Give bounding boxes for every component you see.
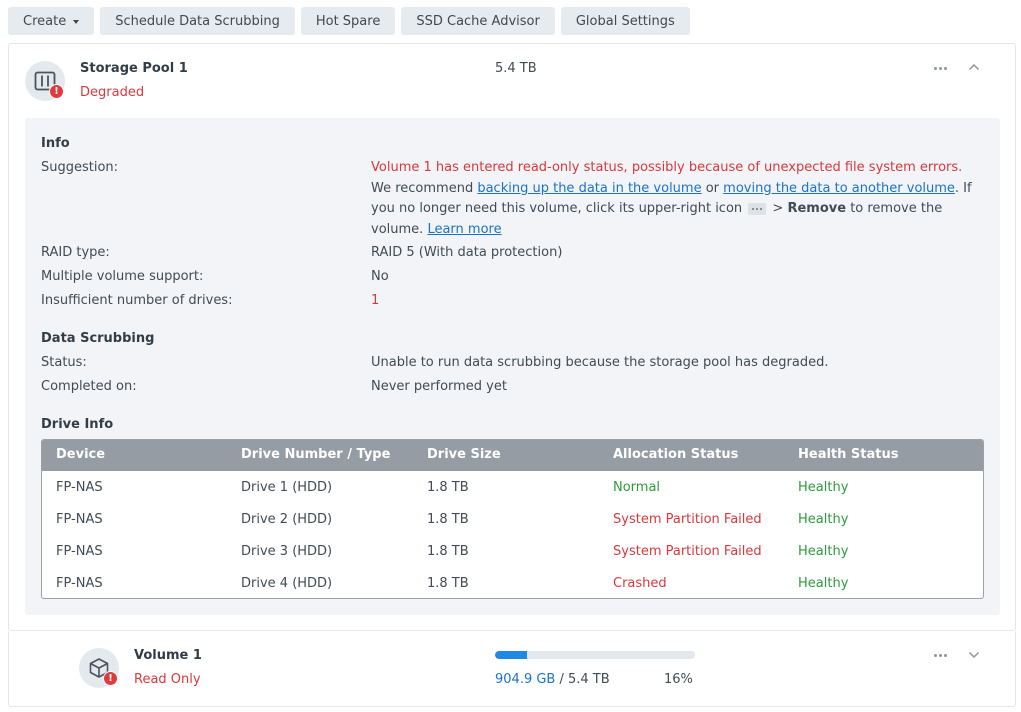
move-data-link[interactable]: moving the data to another volume — [723, 181, 955, 196]
volume-name: Volume 1 — [134, 648, 202, 663]
column-header: Drive Size — [427, 447, 501, 462]
scrubbing-status-label: Status: — [41, 355, 87, 370]
volume-usage-fill — [495, 651, 527, 659]
health-cell: Healthy — [798, 576, 849, 591]
table-row[interactable]: FP-NAS Drive 2 (HDD) 1.8 TB System Parti… — [42, 504, 983, 536]
insufficient-drives-value: 1 — [371, 293, 380, 308]
table-row[interactable]: FP-NAS Drive 4 (HDD) 1.8 TB Crashed Heal… — [42, 568, 983, 598]
drive-cell: Drive 3 (HDD) — [241, 544, 333, 559]
volume-usage-percent: 16% — [664, 672, 693, 687]
column-header: Health Status — [798, 447, 899, 462]
column-header: Drive Number / Type — [241, 447, 391, 462]
size-cell: 1.8 TB — [427, 480, 469, 495]
backup-data-link[interactable]: backing up the data in the volume — [477, 181, 701, 196]
volume-status: Read Only — [134, 672, 201, 687]
ssd-cache-advisor-button[interactable]: SSD Cache Advisor — [401, 7, 555, 35]
hot-spare-button[interactable]: Hot Spare — [300, 7, 396, 35]
raid-type-label: RAID type: — [41, 245, 110, 260]
volume-used: 904.9 GB — [495, 672, 556, 687]
completed-on-value: Never performed yet — [371, 379, 507, 394]
learn-more-link[interactable]: Learn more — [427, 222, 501, 237]
allocation-cell: Normal — [613, 480, 661, 495]
volume-usage-bar — [495, 651, 695, 659]
more-icon — [748, 202, 767, 215]
data-scrubbing-heading: Data Scrubbing — [41, 331, 155, 346]
device-cell: FP-NAS — [56, 544, 103, 559]
info-heading: Info — [41, 136, 70, 151]
pool-name: Storage Pool 1 — [80, 61, 188, 76]
suggestion-part-2: or — [701, 180, 724, 196]
create-button-label: Create — [23, 13, 67, 29]
size-cell: 1.8 TB — [427, 544, 469, 559]
chevron-down-icon[interactable] — [966, 647, 982, 663]
volume-more-icon[interactable] — [929, 647, 951, 663]
multiple-volume-label: Multiple volume support: — [41, 269, 204, 284]
raid-type-value: RAID 5 (With data protection) — [371, 245, 563, 260]
device-cell: FP-NAS — [56, 576, 103, 591]
drive-info-table: Device Drive Number / Type Drive Size Al… — [41, 439, 984, 599]
suggestion-error: Volume 1 has entered read-only status, p… — [371, 160, 963, 175]
table-header: Device Drive Number / Type Drive Size Al… — [42, 440, 983, 471]
multiple-volume-value: No — [371, 269, 389, 284]
insufficient-drives-label: Insufficient number of drives: — [41, 293, 233, 308]
pool-more-icon[interactable] — [929, 60, 951, 76]
pool-detail-panel: Info Suggestion: Volume 1 has entered re… — [25, 118, 1000, 615]
warning-badge-icon: ! — [49, 84, 64, 99]
pool-capacity: 5.4 TB — [495, 61, 537, 76]
size-cell: 1.8 TB — [427, 512, 469, 527]
allocation-cell: System Partition Failed — [613, 544, 762, 559]
chevron-up-icon[interactable] — [966, 59, 982, 75]
device-cell: FP-NAS — [56, 480, 103, 495]
size-cell: 1.8 TB — [427, 576, 469, 591]
column-header: Allocation Status — [613, 447, 739, 462]
health-cell: Healthy — [798, 512, 849, 527]
device-cell: FP-NAS — [56, 512, 103, 527]
volume-usage-text: 904.9 GB / 5.4 TB — [495, 672, 610, 687]
remove-keyword: Remove — [787, 201, 847, 216]
volume-total: 5.4 TB — [568, 672, 610, 687]
schedule-data-scrubbing-button[interactable]: Schedule Data Scrubbing — [100, 7, 295, 35]
suggestion-label: Suggestion: — [41, 160, 119, 175]
global-settings-button[interactable]: Global Settings — [560, 7, 690, 35]
caret-down-icon — [73, 19, 80, 24]
create-button[interactable]: Create — [8, 7, 95, 35]
volume-card: ! Volume 1 Read Only 904.9 GB / 5.4 TB 1… — [8, 631, 1016, 707]
allocation-cell: Crashed — [613, 576, 667, 591]
suggestion-body: We recommend backing up the data in the … — [371, 179, 983, 241]
column-header: Device — [56, 447, 106, 462]
drive-info-heading: Drive Info — [41, 417, 114, 432]
volume-separator: / — [555, 672, 568, 687]
health-cell: Healthy — [798, 480, 849, 495]
completed-on-label: Completed on: — [41, 379, 137, 394]
health-cell: Healthy — [798, 544, 849, 559]
suggestion-part-4: > — [768, 201, 788, 216]
allocation-cell: System Partition Failed — [613, 512, 762, 527]
drive-cell: Drive 1 (HDD) — [241, 480, 333, 495]
table-row[interactable]: FP-NAS Drive 1 (HDD) 1.8 TB Normal Healt… — [42, 472, 983, 504]
storage-pool-card: ! Storage Pool 1 Degraded 5.4 TB Info Su… — [8, 43, 1016, 631]
scrubbing-status-value: Unable to run data scrubbing because the… — [371, 355, 829, 370]
pool-status: Degraded — [80, 85, 145, 100]
suggestion-text: Volume 1 has entered read-only status, p… — [371, 158, 983, 240]
warning-badge-icon: ! — [103, 671, 118, 686]
toolbar: Create Schedule Data Scrubbing Hot Spare… — [8, 7, 690, 35]
drive-cell: Drive 4 (HDD) — [241, 576, 333, 591]
suggestion-part-1: We recommend — [371, 180, 478, 196]
table-row[interactable]: FP-NAS Drive 3 (HDD) 1.8 TB System Parti… — [42, 536, 983, 568]
drive-cell: Drive 2 (HDD) — [241, 512, 333, 527]
